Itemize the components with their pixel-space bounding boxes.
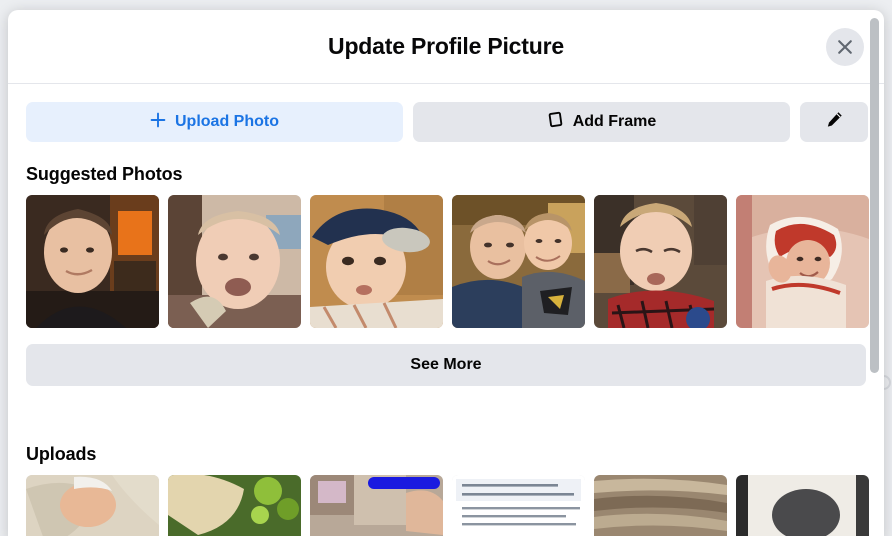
upload-photo-5[interactable]: [594, 475, 727, 536]
frame-square-icon: [547, 111, 564, 133]
add-frame-label: Add Frame: [572, 113, 657, 130]
photo-action-toolbar: Upload Photo Add Frame: [8, 84, 884, 142]
upload-photo-2[interactable]: [168, 475, 301, 536]
upload-photo-6[interactable]: [736, 475, 869, 536]
suggested-photo-1[interactable]: [26, 195, 159, 328]
see-more-button[interactable]: See More: [26, 344, 866, 386]
upload-photo-label: Upload Photo: [175, 113, 279, 130]
upload-photo-3[interactable]: [310, 475, 443, 536]
suggested-photo-6[interactable]: [736, 195, 869, 328]
uploads-grid: [8, 475, 884, 536]
add-frame-button[interactable]: Add Frame: [413, 102, 790, 142]
page-root: Update Profile Picture Upload Photo Add …: [0, 0, 892, 536]
suggested-photo-5[interactable]: [594, 195, 727, 328]
suggested-photo-3[interactable]: [310, 195, 443, 328]
suggested-photo-4[interactable]: [452, 195, 585, 328]
plus-icon: [150, 112, 166, 133]
update-profile-picture-dialog: Update Profile Picture Upload Photo Add …: [8, 10, 884, 536]
pencil-edit-icon: [825, 110, 844, 134]
upload-photo-1[interactable]: [26, 475, 159, 536]
upload-photo-button[interactable]: Upload Photo: [26, 102, 403, 142]
close-button[interactable]: [826, 27, 864, 66]
vertical-scrollbar[interactable]: [870, 18, 879, 536]
dialog-header: Update Profile Picture: [8, 10, 884, 84]
suggested-photos-grid: [8, 195, 884, 328]
upload-photo-4[interactable]: [452, 475, 585, 536]
uploads-heading: Uploads: [26, 444, 97, 464]
dialog-body: Upload Photo Add Frame Suggested Photos …: [8, 84, 884, 536]
suggested-photos-heading: Suggested Photos: [26, 164, 183, 184]
page-title: Update Profile Picture: [328, 33, 564, 59]
close-x-icon: [836, 38, 854, 56]
edit-button[interactable]: [800, 102, 868, 142]
scrollbar-thumb[interactable]: [870, 18, 879, 373]
suggested-photo-2[interactable]: [168, 195, 301, 328]
